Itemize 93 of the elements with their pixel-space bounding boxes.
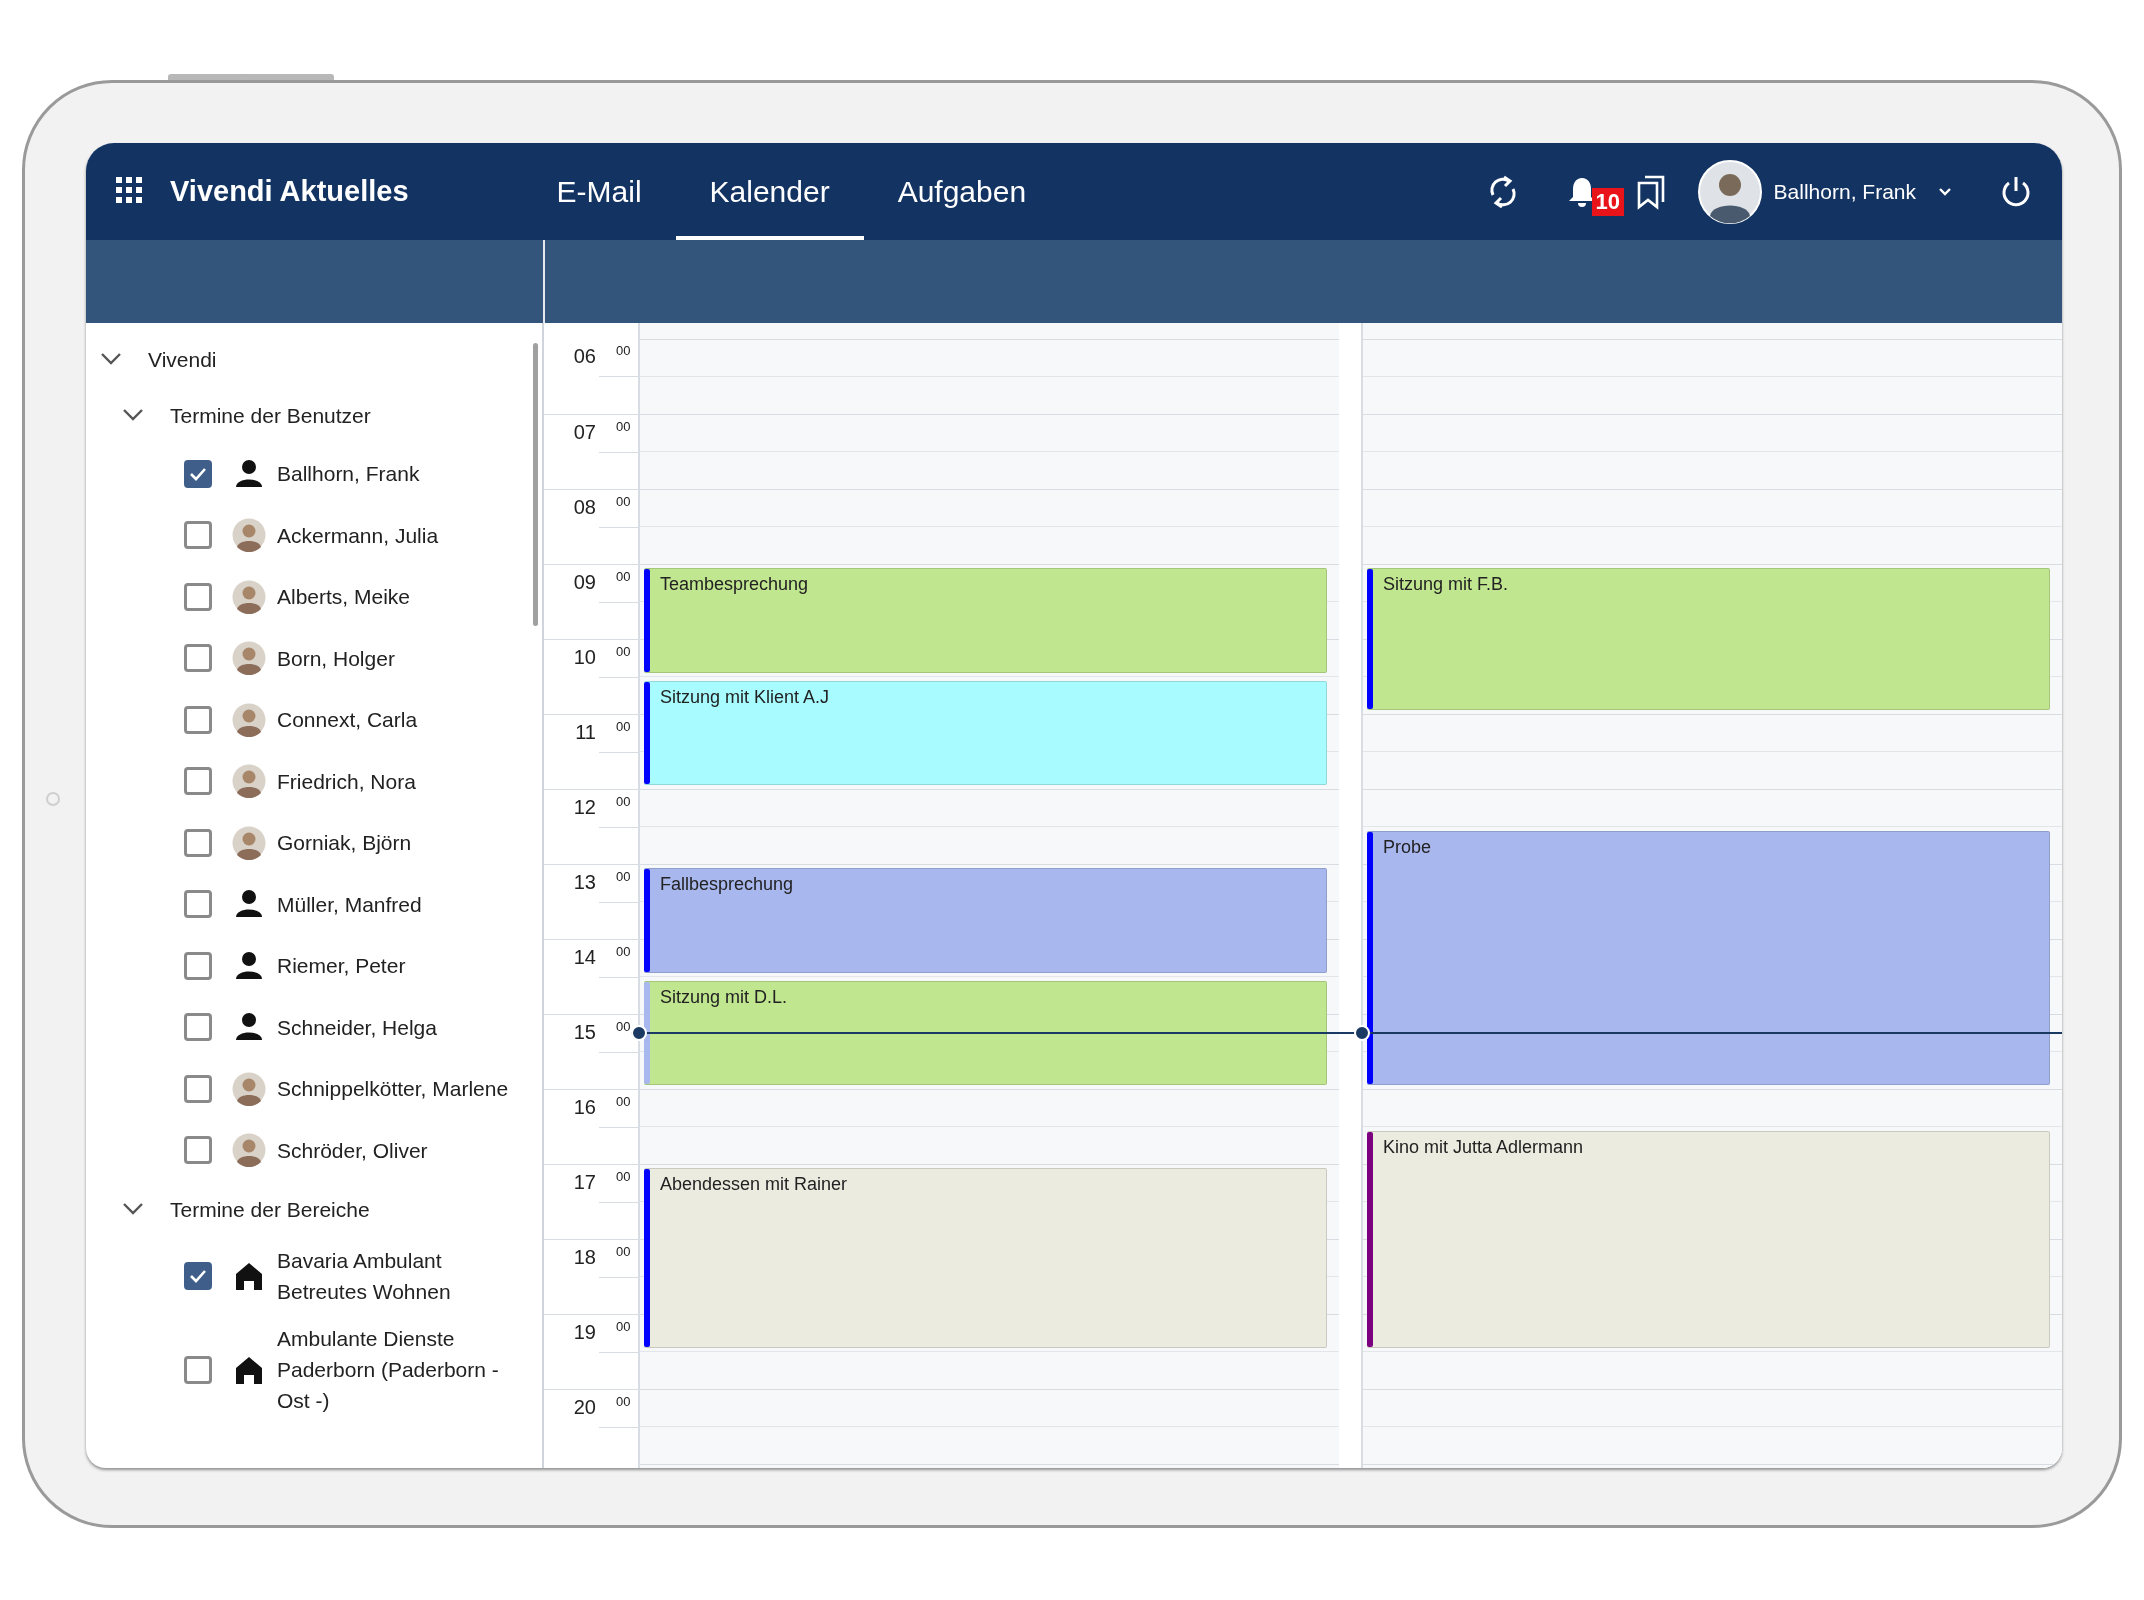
tree-group-label[interactable]: Vivendi bbox=[148, 343, 217, 375]
nav-tab[interactable]: E-Mail bbox=[522, 143, 676, 240]
hour-label: 12 bbox=[572, 795, 596, 820]
minute-label: 00 bbox=[616, 868, 631, 886]
calendar-event[interactable]: Fallbesprechung bbox=[644, 868, 1327, 973]
chevron-down-icon[interactable] bbox=[100, 352, 122, 366]
hour-label: 18 bbox=[572, 1245, 596, 1270]
calendar-event[interactable]: Abendessen mit Rainer bbox=[644, 1168, 1327, 1348]
minute-label: 00 bbox=[616, 1093, 631, 1111]
hour-label: 15 bbox=[572, 1020, 596, 1045]
checkbox[interactable] bbox=[184, 951, 212, 980]
calendar-owner-label[interactable]: Schröder, Oliver bbox=[277, 1134, 428, 1166]
calendar-owner-label[interactable]: Connext, Carla bbox=[277, 704, 418, 736]
calendar-event[interactable]: Kino mit Jutta Adlermann bbox=[1367, 1130, 2050, 1348]
checkbox[interactable] bbox=[184, 1074, 212, 1103]
user-avatar bbox=[232, 764, 266, 799]
power-icon[interactable] bbox=[2000, 174, 2032, 209]
scrollbar[interactable] bbox=[533, 343, 538, 626]
checkbox[interactable] bbox=[184, 1136, 212, 1165]
bookmarks-icon[interactable] bbox=[1635, 173, 1666, 210]
hour-label: 14 bbox=[572, 945, 596, 970]
minute-label: 00 bbox=[616, 1393, 631, 1411]
minute-label: 00 bbox=[616, 643, 631, 661]
tree-group-label[interactable]: Termine der Bereiche bbox=[170, 1193, 370, 1225]
minute-label: 00 bbox=[616, 418, 631, 436]
chevron-down-icon[interactable] bbox=[122, 1202, 144, 1216]
calendar-owner-label[interactable]: Gorniak, Björn bbox=[277, 827, 412, 859]
minute-label: 00 bbox=[616, 943, 631, 961]
app-title: Vivendi Aktuelles bbox=[170, 175, 409, 208]
chevron-down-icon[interactable] bbox=[122, 408, 144, 422]
minute-label: 00 bbox=[616, 1168, 631, 1186]
user-avatar bbox=[232, 825, 266, 860]
notification-badge: 10 bbox=[1591, 187, 1625, 216]
calendar-owner-label[interactable]: Born, Holger bbox=[277, 642, 395, 674]
hour-label: 06 bbox=[572, 344, 596, 369]
minute-label: 00 bbox=[616, 1243, 631, 1261]
check-icon bbox=[189, 466, 207, 481]
minute-label: 00 bbox=[616, 1318, 631, 1336]
calendar-owner-label[interactable]: Schnippelkötter, Marlene bbox=[277, 1073, 509, 1105]
user-avatar[interactable] bbox=[1697, 159, 1762, 224]
user-avatar bbox=[232, 579, 266, 614]
check-icon bbox=[189, 1269, 207, 1283]
calendar-event[interactable]: Teambesprechung bbox=[644, 568, 1327, 673]
checkbox[interactable] bbox=[184, 459, 212, 488]
user-avatar bbox=[232, 1133, 266, 1168]
tree-group-label[interactable]: Termine der Benutzer bbox=[170, 399, 371, 431]
checkbox[interactable] bbox=[184, 521, 212, 550]
checkbox[interactable] bbox=[184, 1013, 212, 1042]
camera-dot bbox=[46, 792, 60, 806]
user-name[interactable]: Ballhorn, Frank bbox=[1773, 179, 1916, 204]
checkbox[interactable] bbox=[184, 644, 212, 673]
user-avatar bbox=[232, 641, 266, 676]
minute-label: 00 bbox=[616, 342, 631, 360]
calendar-owner-label[interactable]: Alberts, Meike bbox=[277, 581, 411, 613]
hour-label: 16 bbox=[572, 1095, 596, 1120]
nav-tab[interactable]: Aufgaben bbox=[863, 143, 1061, 240]
calendar-owner-label[interactable]: Ballhorn, Frank bbox=[277, 458, 420, 490]
checkbox[interactable] bbox=[184, 828, 212, 857]
user-avatar bbox=[232, 518, 266, 553]
calendar-owner-label[interactable]: Bavaria Ambulant Betreutes Wohnen bbox=[277, 1245, 513, 1307]
calendar-event[interactable]: Sitzung mit F.B. bbox=[1367, 568, 2050, 710]
checkbox[interactable] bbox=[184, 1262, 212, 1290]
calendar-owner-label[interactable]: Ackermann, Julia bbox=[277, 519, 439, 551]
minute-label: 00 bbox=[616, 568, 631, 586]
checkbox[interactable] bbox=[184, 582, 212, 611]
hour-label: 08 bbox=[572, 495, 596, 520]
apps-menu-icon[interactable] bbox=[116, 176, 142, 203]
checkbox[interactable] bbox=[184, 767, 212, 796]
hour-label: 07 bbox=[572, 420, 596, 445]
hour-label: 17 bbox=[572, 1170, 596, 1195]
hour-label: 13 bbox=[572, 870, 596, 895]
user-avatar bbox=[232, 702, 266, 737]
checkbox[interactable] bbox=[184, 890, 212, 919]
calendar-owner-label[interactable]: Riemer, Peter bbox=[277, 950, 406, 982]
checkbox[interactable] bbox=[184, 1355, 212, 1384]
hour-label: 20 bbox=[572, 1395, 596, 1420]
minute-label: 00 bbox=[616, 1018, 631, 1036]
minute-label: 00 bbox=[616, 718, 631, 736]
minute-label: 00 bbox=[616, 793, 631, 811]
calendar-owner-label[interactable]: Friedrich, Nora bbox=[277, 765, 416, 797]
hour-label: 19 bbox=[572, 1320, 596, 1345]
calendar-event[interactable]: Sitzung mit Klient A.J bbox=[644, 680, 1327, 785]
hour-label: 10 bbox=[572, 645, 596, 670]
minute-label: 00 bbox=[616, 493, 631, 511]
calendar-owner-label[interactable]: Müller, Manfred bbox=[277, 888, 422, 920]
sync-icon[interactable] bbox=[1487, 174, 1518, 209]
user-avatar bbox=[232, 1071, 266, 1106]
calendar-owner-label[interactable]: Schneider, Helga bbox=[277, 1011, 437, 1043]
checkbox[interactable] bbox=[184, 705, 212, 734]
calendar-event[interactable]: Probe bbox=[1367, 830, 2050, 1085]
hour-label: 11 bbox=[574, 720, 596, 745]
calendar-owner-label[interactable]: Ambulante Dienste Paderborn (Paderborn - Ost -) bbox=[277, 1323, 513, 1416]
hour-label: 09 bbox=[572, 570, 596, 595]
